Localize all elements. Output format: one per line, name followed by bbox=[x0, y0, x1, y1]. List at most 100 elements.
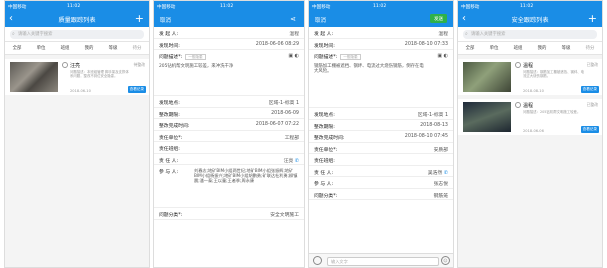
participant-value[interactable]: 张志悦 bbox=[434, 180, 448, 187]
tab-mine[interactable]: 我的 bbox=[530, 42, 554, 54]
deadline-label: 整改期限: bbox=[159, 112, 180, 118]
tab-unit[interactable]: 单位 bbox=[29, 42, 53, 54]
tab-team[interactable]: 班组 bbox=[506, 42, 530, 54]
location-row: 发现地点: 区域-1-标高 1 bbox=[309, 108, 453, 120]
description-text[interactable]: 钢筋加工棚被遮挡、钢绊、电流过大烧伤钢筋，倒存在电大风险。 bbox=[314, 64, 424, 74]
comment-input[interactable]: 输入文字 bbox=[327, 256, 439, 266]
tab-level[interactable]: 等级 bbox=[554, 42, 578, 54]
found-time-value: 2018-08-10 07:33 bbox=[404, 41, 448, 47]
tab-all[interactable]: 全部 bbox=[458, 42, 482, 54]
tab-pending[interactable]: 待分 bbox=[125, 42, 149, 54]
view-record-button[interactable]: 查看记录 bbox=[580, 126, 599, 133]
issue-description: 问题描述：钢筋加工棚被遮挡、钢绊、电流过大烧伤钢筋。 bbox=[523, 70, 585, 79]
photo-icon[interactable]: ▣ ◐ bbox=[437, 53, 448, 59]
tab-team[interactable]: 班组 bbox=[53, 42, 77, 54]
search-bar: ⌕ 请输入关键字搜索 bbox=[5, 27, 149, 42]
avatar bbox=[515, 62, 521, 68]
add-icon[interactable]: + bbox=[588, 12, 597, 25]
finish-time-value[interactable]: 2018-06-07 07:22 bbox=[256, 122, 299, 127]
location-value[interactable]: 区域-1-标高 1 bbox=[418, 111, 448, 118]
list-item[interactable]: 汪亮 待整改 问题描述：本班组管理 脚手架及支撑体系问题，整改不到位安全隐患。 … bbox=[5, 59, 149, 95]
finish-time-label: 整改完成时间: bbox=[159, 124, 190, 129]
carrier-label: 中国移动 bbox=[312, 4, 331, 10]
carrier-label: 中国移动 bbox=[461, 4, 480, 10]
phone-icon[interactable]: ✆ bbox=[295, 158, 299, 164]
initiator-label: 发 起 人: bbox=[314, 32, 334, 37]
found-time-row: 发现时间: 2018-08-10 07:33 bbox=[309, 39, 453, 50]
avatar bbox=[62, 62, 68, 68]
share-icon[interactable]: ⋖ bbox=[290, 15, 296, 23]
add-icon[interactable]: + bbox=[135, 12, 144, 25]
search-input[interactable]: ⌕ 请输入关键字搜索 bbox=[10, 30, 144, 39]
cancel-button[interactable]: 取消 bbox=[160, 16, 171, 24]
clock: 11:02 bbox=[373, 3, 387, 9]
voice-icon[interactable] bbox=[313, 256, 322, 265]
deadline-value[interactable]: 2018-08-13 bbox=[420, 123, 448, 128]
emoji-icon[interactable]: ☺ bbox=[441, 256, 450, 265]
tab-mine[interactable]: 我的 bbox=[77, 42, 101, 54]
view-record-button[interactable]: 查看记录 bbox=[127, 86, 146, 93]
initiator-label: 发 起 人: bbox=[159, 32, 179, 37]
cancel-button[interactable]: 取消 bbox=[315, 16, 326, 24]
filter-tabs: 全部 单位 班组 我的 等级 待分 bbox=[5, 42, 149, 55]
category-value[interactable]: 安全文明施工 bbox=[270, 211, 299, 218]
category-label: 问题分类*: bbox=[314, 193, 338, 199]
description-row: 问题描述*: 一般隐患 ▣ ◐ 钢筋加工棚被遮挡、钢绊、电流过大烧伤钢筋，倒存在电… bbox=[309, 50, 453, 108]
nav-bar: 取消 发送 bbox=[309, 11, 453, 27]
participant-row: 参 与 人: 刘春志;地矿BIM小组两世纪;地矿BIM小组张振辉;地矿BIM小组… bbox=[154, 165, 304, 208]
unit-row: 责任单位*: 安质部 bbox=[309, 143, 453, 154]
person-row: 责 任 人: 汪亮 ✆ bbox=[154, 154, 304, 165]
tab-unit[interactable]: 单位 bbox=[482, 42, 506, 54]
unit-value[interactable]: 安质部 bbox=[434, 146, 448, 153]
tab-pending[interactable]: 待分 bbox=[578, 42, 602, 54]
issue-send-screen: 中国移动 11:02 取消 发送 发 起 人: 温程 发现时间: 2018-08… bbox=[308, 0, 454, 268]
tab-level[interactable]: 等级 bbox=[101, 42, 125, 54]
view-record-button[interactable]: 查看记录 bbox=[580, 86, 599, 93]
search-input[interactable]: ⌕ 请输入关键字搜索 bbox=[463, 30, 597, 39]
description-text[interactable]: 205钻机帮文明施工较差，来冲洗干净 bbox=[159, 64, 233, 69]
category-row: 问题分类*: 钢筋笼 bbox=[309, 189, 453, 200]
found-time-value: 2018-06-06 08:29 bbox=[255, 41, 299, 47]
status-badge: 已整改 bbox=[586, 62, 598, 67]
finish-time-row: 整改完成时间: 2018-06-07 07:22 bbox=[154, 119, 304, 131]
issue-photo bbox=[463, 102, 511, 132]
photo-icon[interactable]: ▣ ◐ bbox=[288, 53, 299, 59]
location-value[interactable]: 区域-1-标高 1 bbox=[269, 99, 299, 106]
location-label: 发现地点: bbox=[159, 101, 180, 106]
team-row: 责任班组: bbox=[309, 154, 453, 166]
issue-detail-screen: 中国移动 11:02 取消 ⋖ 发 起 人: 温程 发现时间: 2018-06-… bbox=[153, 0, 305, 268]
list-item[interactable]: 温程 已整改 问题描述：205钻机帮文明施工较差。 2018-06-06 查看记… bbox=[458, 99, 602, 135]
finish-time-label: 整改完成时间: bbox=[314, 136, 345, 141]
finish-time-value[interactable]: 2018-08-10 07:45 bbox=[405, 134, 448, 139]
assignee-name: 温程 bbox=[523, 103, 534, 109]
team-label: 责任班组: bbox=[314, 159, 335, 164]
tab-all[interactable]: 全部 bbox=[5, 42, 29, 54]
deadline-label: 整改期限: bbox=[314, 124, 335, 130]
unit-label: 责任单位*: bbox=[314, 147, 338, 153]
description-label: 问题描述*: 一般隐患 bbox=[314, 53, 361, 60]
person-value[interactable]: 吴浩然 ✆ bbox=[428, 169, 448, 176]
description-label-text: 问题描述*: bbox=[159, 55, 183, 60]
hazard-level-tag[interactable]: 一般隐患 bbox=[185, 53, 206, 60]
deadline-value[interactable]: 2018-06-09 bbox=[271, 111, 299, 116]
issue-photo bbox=[463, 62, 511, 92]
send-button[interactable]: 发送 bbox=[430, 14, 447, 23]
hazard-level-tag[interactable]: 一般隐患 bbox=[340, 53, 361, 60]
avatar bbox=[515, 102, 521, 108]
team-label: 责任班组: bbox=[159, 147, 180, 152]
carrier-label: 中国移动 bbox=[157, 4, 176, 10]
status-bar: 中国移动 11:02 bbox=[309, 1, 453, 11]
category-value[interactable]: 钢筋笼 bbox=[434, 192, 448, 199]
participant-value[interactable]: 刘春志;地矿BIM小组两世纪;地矿BIM小组张振辉;地矿BIM小组杨振兴;地矿B… bbox=[194, 168, 300, 183]
list-item[interactable]: 温程 已整改 问题描述：钢筋加工棚被遮挡、钢绊、电流过大烧伤钢筋。 2018-0… bbox=[458, 59, 602, 95]
participant-label: 参 与 人: bbox=[159, 170, 179, 175]
category-row: 问题分类*: 安全文明施工 bbox=[154, 208, 304, 220]
phone-icon[interactable]: ✆ bbox=[444, 170, 448, 176]
search-icon: ⌕ bbox=[12, 31, 15, 37]
person-label: 责 任 人: bbox=[314, 170, 334, 176]
found-time-row: 发现时间: 2018-06-06 08:29 bbox=[154, 39, 304, 50]
person-value[interactable]: 汪亮 ✆ bbox=[284, 157, 299, 164]
clock: 11:02 bbox=[520, 3, 534, 9]
issue-description: 问题描述：本班组管理 脚手架及支撑体系问题，整改不到位安全隐患。 bbox=[70, 70, 129, 79]
unit-value[interactable]: 工程部 bbox=[285, 134, 299, 141]
